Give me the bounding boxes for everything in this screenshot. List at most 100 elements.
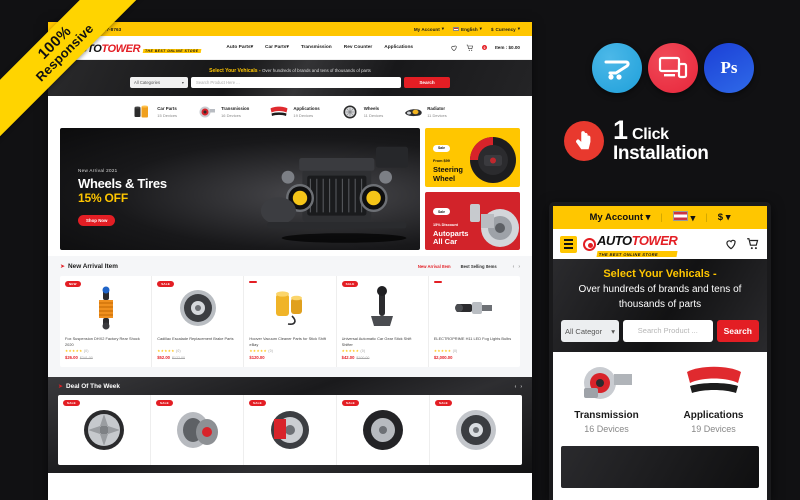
wheel-icon: [340, 104, 360, 120]
mobile-category-item-applications[interactable]: Applications 19 Devices: [660, 362, 767, 434]
mobile-banner[interactable]: [561, 446, 759, 488]
banner-zone: New Arrival 2021 Wheels & Tires 15% OFF …: [48, 128, 532, 256]
product-name: Cadillac Escalade Replacement Brake Part…: [157, 336, 234, 341]
mobile-vehicle-search-hero: Select Your Vehicals - Over hundreds of …: [553, 259, 767, 352]
hero-banner-wheels-tires[interactable]: New Arrival 2021 Wheels & Tires 15% OFF …: [60, 128, 420, 250]
category-devices: 15 Devices: [157, 112, 178, 118]
mobile-category-name: Transmission: [574, 410, 639, 421]
category-devices: 16 Devices: [221, 112, 241, 118]
nav-item-car-parts[interactable]: Car Parts▾: [265, 45, 289, 50]
oil-filter-icon: [133, 104, 153, 120]
side-banner-autoparts[interactable]: Sale 15% Discount Autoparts All Car: [425, 191, 520, 250]
nav-item-auto-parts[interactable]: Auto Parts▾: [226, 45, 253, 50]
carousel-next-button[interactable]: ›: [518, 264, 520, 270]
mobile-header: AUTOTOWER THE BEST ONLINE STORE: [553, 229, 767, 259]
mobile-search-button[interactable]: Search: [716, 320, 759, 342]
logo-tagline: THE BEST ONLINE STORE: [142, 49, 201, 54]
deal-of-the-week-section: ➤ Deal Of The Week ‹ › SALE SALE SALE SA…: [48, 377, 532, 473]
deal-card[interactable]: SALE: [244, 395, 337, 465]
mobile-category-name: Applications: [683, 410, 744, 421]
cart-total-label[interactable]: Item : $0.00: [495, 45, 520, 50]
site-logo[interactable]: AUTOTOWER THE BEST ONLINE STORE: [60, 40, 201, 56]
category-item-car-parts[interactable]: Car Parts 15 Devices: [133, 104, 177, 120]
carousel-next-button[interactable]: ›: [520, 384, 522, 390]
product-badge: [249, 281, 258, 283]
mobile-search-placeholder: Search Product ...: [637, 326, 698, 335]
rating-count: (0): [83, 349, 89, 353]
new-arrival-section: ➤ New Arrival Item New Arrival Item Best…: [48, 256, 532, 377]
mobile-category-item-transmission[interactable]: Transmission 16 Devices: [553, 362, 660, 434]
tab-best-selling-items[interactable]: Best Selling Items: [461, 264, 497, 269]
mobile-category-select[interactable]: All Categor ▾: [561, 320, 619, 342]
search-input[interactable]: Search Product Here ...: [191, 77, 401, 88]
led-bulb-image: [434, 285, 515, 331]
desktop-preview: Helpline: +1 (465) 557-8763 My Account ▾…: [48, 22, 532, 500]
banner-eyebrow: New Arrival 2021: [78, 168, 118, 173]
rating-count: (0): [268, 349, 274, 353]
tab-new-arrival-item[interactable]: New Arrival Item: [418, 264, 451, 269]
deal-card[interactable]: SALE: [430, 395, 522, 465]
product-badge: NEW: [65, 281, 81, 287]
nav-item-rev-counter[interactable]: Rev Counter: [344, 45, 373, 50]
nav-item-applications[interactable]: Applications: [384, 45, 413, 50]
category-item-wheels[interactable]: Wheels 11 Devices: [340, 104, 383, 120]
product-card[interactable]: Hoover Vacuum Cleaner Parts for Stick Sh…: [244, 276, 337, 367]
deal-product-grid: SALE SALE SALE SALE SALE: [58, 395, 522, 465]
category-item-radiator[interactable]: Radiator 11 Devices: [403, 104, 447, 120]
product-badge: [433, 281, 442, 283]
carousel-prev-button[interactable]: ‹: [515, 384, 517, 390]
carousel-prev-button[interactable]: ‹: [513, 264, 515, 270]
mobile-currency-menu[interactable]: $ ▾: [718, 212, 731, 223]
wishlist-heart-icon[interactable]: [724, 237, 738, 251]
headlight-icon: [403, 104, 423, 120]
shop-now-button[interactable]: Shop Now: [78, 215, 116, 226]
hero-subtitle: Over hundreds of brands and tens of thou…: [262, 68, 371, 73]
vacuum-filter-image: [249, 285, 330, 331]
mobile-language-menu[interactable]: ▾: [672, 211, 695, 224]
site-header: AUTOTOWER THE BEST ONLINE STORE Auto Par…: [48, 36, 532, 60]
product-badge: SALE: [341, 281, 359, 287]
deal-card[interactable]: SALE: [58, 395, 151, 465]
mobile-search-input[interactable]: Search Product ...: [623, 320, 713, 342]
currency-symbol: $: [717, 212, 724, 223]
category-item-applications[interactable]: Applications 19 Devices: [269, 104, 320, 120]
one-click-installation: 1 Click Installation: [546, 93, 800, 163]
chevron-down-icon: ▾: [441, 26, 445, 31]
logo-part-1: AUTO: [72, 42, 102, 55]
category-select[interactable]: All Categories ▾: [130, 77, 188, 88]
rating-stars: ★★★★★: [65, 349, 83, 353]
cart-icon[interactable]: [746, 237, 760, 251]
deal-card[interactable]: SALE: [151, 395, 244, 465]
product-old-price: $122.00: [172, 356, 186, 360]
oneclick-word-installation: Installation: [613, 143, 709, 164]
divider: |: [660, 212, 663, 223]
product-card[interactable]: SALE Universal Automatic Car Gear Stick …: [337, 276, 429, 367]
side-banner-steering-wheel[interactable]: Sale From $99 Steering Wheel: [425, 128, 520, 187]
banner-discount: 15% OFF: [78, 191, 128, 205]
rating-stars: ★★★★★: [157, 349, 175, 353]
category-select-value: All Categories: [134, 80, 161, 85]
bumper-icon: [660, 362, 767, 404]
sale-tag: Sale: [433, 208, 450, 215]
category-item-transmission[interactable]: Transmission 16 Devices: [197, 104, 249, 120]
category-name: Transmission: [221, 106, 250, 112]
product-card[interactable]: NEW Fox Suspension DHX2 Factory Rear Sho…: [60, 276, 153, 367]
hamburger-menu-icon[interactable]: [560, 235, 577, 253]
currency-menu[interactable]: $ Currency ▾: [491, 26, 520, 32]
section-arrow-icon: ➤: [58, 384, 64, 390]
oneclick-word-click: Click: [632, 126, 669, 143]
product-price: $42.00: [341, 355, 355, 360]
language-menu[interactable]: English ▾: [453, 26, 482, 32]
wishlist-heart-icon[interactable]: [450, 44, 458, 52]
deal-card[interactable]: SALE: [337, 395, 430, 465]
my-account-menu[interactable]: My Account ▾: [414, 26, 444, 32]
product-card[interactable]: ELECTROPRIME H11 LED Fog Lights Bulbs ★★…: [429, 276, 520, 367]
search-button[interactable]: Search: [404, 77, 450, 88]
mobile-my-account-menu[interactable]: My Account ▾: [590, 212, 651, 223]
cart-icon[interactable]: [466, 44, 474, 52]
mobile-site-logo[interactable]: AUTOTOWER THE BEST ONLINE STORE: [583, 232, 678, 257]
category-name: Radiator: [427, 106, 446, 112]
product-card[interactable]: SALE Cadillac Escalade Replacement Brake…: [152, 276, 245, 367]
nav-item-transmission[interactable]: Transmission: [301, 45, 332, 50]
category-name: Applications: [293, 106, 320, 112]
